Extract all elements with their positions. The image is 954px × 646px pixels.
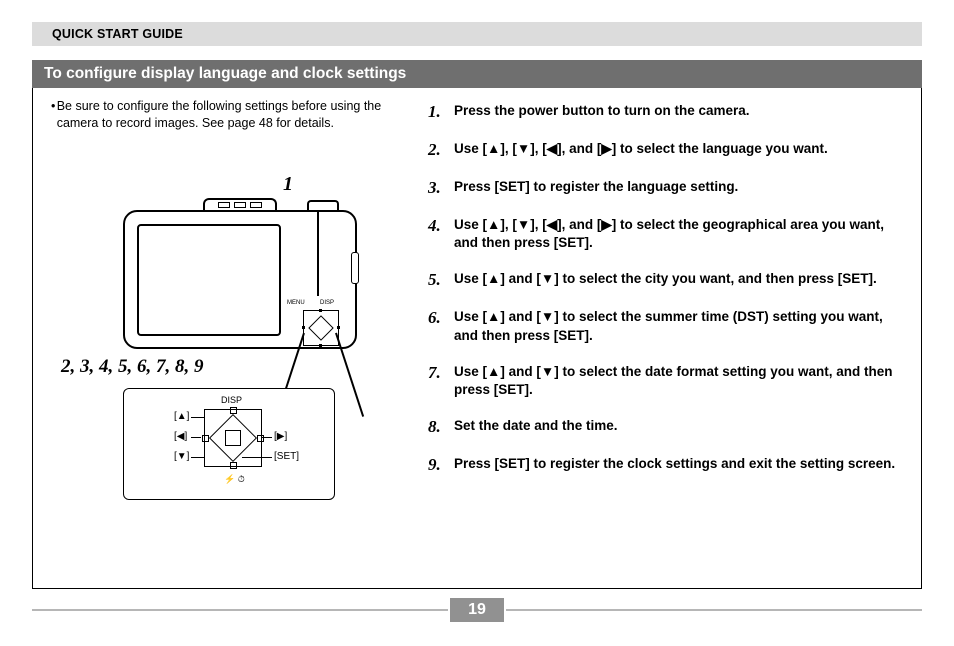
footer-rule-right xyxy=(506,609,922,611)
detail-dpad xyxy=(204,409,262,467)
step-4: 4.Use [▲], [▼], [◀], and [▶] to select t… xyxy=(428,216,908,252)
step-num: 5. xyxy=(428,270,454,290)
camera-screen xyxy=(137,224,281,336)
camera-body-drawing: MENU DISP xyxy=(123,198,353,348)
page-footer: 19 xyxy=(32,598,922,622)
step-1: 1.Press the power button to turn on the … xyxy=(428,102,908,122)
camera-illustration: 1 MENU DISP 2, 3, 4, 5, 6, 7, 8 xyxy=(73,173,383,378)
step-text: Use [▲], [▼], [◀], and [▶] to select the… xyxy=(454,140,828,160)
step-num: 2. xyxy=(428,140,454,160)
disp-label: DISP xyxy=(320,300,334,306)
section-title: To configure display language and clock … xyxy=(44,65,406,82)
step-9: 9.Press [SET] to register the clock sett… xyxy=(428,455,908,475)
page-number: 19 xyxy=(450,598,504,622)
step-text: Press the power button to turn on the ca… xyxy=(454,102,750,122)
camera-dpad xyxy=(303,310,339,346)
step-text: Use [▲] and [▼] to select the summer tim… xyxy=(454,308,908,344)
detail-disp-label: DISP xyxy=(221,395,242,405)
menu-label: MENU xyxy=(287,300,305,306)
label-left: [◀] xyxy=(174,431,187,442)
step-text: Press [SET] to register the clock settin… xyxy=(454,455,895,475)
step-text: Use [▲], [▼], [◀], and [▶] to select the… xyxy=(454,216,908,252)
content-box: • Be sure to configure the following set… xyxy=(32,88,922,589)
label-up: [▲] xyxy=(174,411,189,422)
camera-top-buttons xyxy=(218,202,262,208)
header-text: QUICK START GUIDE xyxy=(52,27,183,41)
callout-steps: 2, 3, 4, 5, 6, 7, 8, 9 xyxy=(61,356,383,378)
dpad-detail-box: DISP ⚡ ⏱ [▲] [◀] [▼] [▶] [SET] xyxy=(123,388,335,500)
step-num: 4. xyxy=(428,216,454,252)
camera-shell: MENU DISP xyxy=(123,210,357,349)
leader-line-1 xyxy=(317,210,319,296)
step-text: Use [▲] and [▼] to select the date forma… xyxy=(454,363,908,399)
step-num: 6. xyxy=(428,308,454,344)
step-3: 3.Press [SET] to register the language s… xyxy=(428,178,908,198)
step-8: 8.Set the date and the time. xyxy=(428,417,908,437)
manual-page: QUICK START GUIDE To configure display l… xyxy=(32,22,922,622)
step-text: Press [SET] to register the language set… xyxy=(454,178,738,198)
label-down: [▼] xyxy=(174,451,189,462)
step-text: Set the date and the time. xyxy=(454,417,618,437)
detail-bottom-icon: ⚡ ⏱ xyxy=(224,474,245,485)
label-right: [▶] xyxy=(274,431,287,442)
step-num: 3. xyxy=(428,178,454,198)
note-text: Be sure to configure the following setti… xyxy=(57,98,401,132)
step-num: 8. xyxy=(428,417,454,437)
camera-side-control xyxy=(351,252,359,284)
left-column: • Be sure to configure the following set… xyxy=(51,98,401,132)
step-5: 5.Use [▲] and [▼] to select the city you… xyxy=(428,270,908,290)
step-2: 2.Use [▲], [▼], [◀], and [▶] to select t… xyxy=(428,140,908,160)
step-num: 7. xyxy=(428,363,454,399)
steps-list: 1.Press the power button to turn on the … xyxy=(428,102,908,493)
step-text: Use [▲] and [▼] to select the city you w… xyxy=(454,270,877,290)
header-bar: QUICK START GUIDE xyxy=(32,22,922,46)
footer-rule-left xyxy=(32,609,448,611)
step-num: 1. xyxy=(428,102,454,122)
step-6: 6.Use [▲] and [▼] to select the summer t… xyxy=(428,308,908,344)
step-num: 9. xyxy=(428,455,454,475)
step-7: 7.Use [▲] and [▼] to select the date for… xyxy=(428,363,908,399)
callout-1: 1 xyxy=(193,173,383,196)
note: • Be sure to configure the following set… xyxy=(51,98,401,132)
label-set: [SET] xyxy=(274,451,299,462)
section-title-bar: To configure display language and clock … xyxy=(32,60,922,88)
